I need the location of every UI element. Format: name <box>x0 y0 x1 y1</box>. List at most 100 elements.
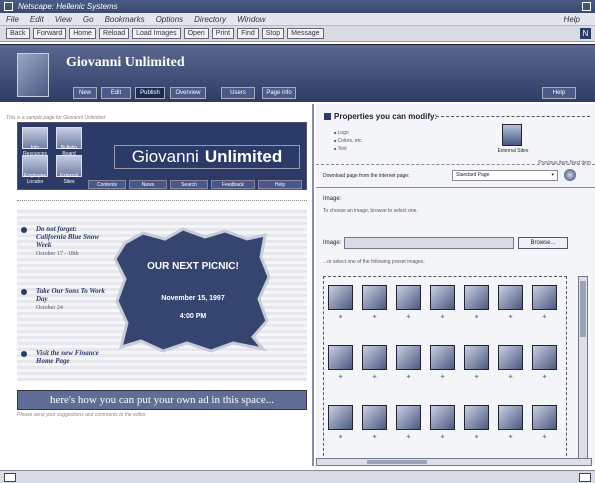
news-bullet-icon <box>21 289 27 295</box>
select-radio-icon[interactable]: ✦ <box>498 433 523 441</box>
back-button[interactable]: Back <box>6 28 30 39</box>
cd-icon[interactable] <box>532 405 557 430</box>
select-radio-icon[interactable]: ✦ <box>362 313 387 321</box>
phone-icon[interactable] <box>532 345 557 370</box>
stamp-icon[interactable] <box>464 345 489 370</box>
select-radio-icon[interactable]: ✦ <box>328 373 353 381</box>
property-item[interactable]: Text <box>334 146 363 152</box>
header-help-button[interactable]: Help <box>542 87 576 99</box>
select-radio-icon[interactable]: ✦ <box>464 313 489 321</box>
preview-banner: Info Resources Bulletin Board Employee L… <box>17 122 307 190</box>
disc-icon[interactable] <box>362 285 387 310</box>
print-button[interactable]: Print <box>211 28 235 39</box>
target-icon[interactable] <box>396 345 421 370</box>
menu-file[interactable]: File <box>6 15 19 24</box>
forward-button[interactable]: Forward <box>32 28 67 39</box>
select-radio-icon[interactable]: ✦ <box>464 433 489 441</box>
pencil-icon[interactable] <box>464 405 489 430</box>
dollar-icon[interactable] <box>498 285 523 310</box>
load-images-button[interactable]: Load Images <box>132 28 181 39</box>
property-item[interactable]: Colors, etc. <box>334 138 363 144</box>
select-radio-icon[interactable]: ✦ <box>328 313 353 321</box>
banner-tab-search[interactable]: Search <box>170 180 208 189</box>
select-radio-icon[interactable]: ✦ <box>396 373 421 381</box>
menu-bookmarks[interactable]: Bookmarks <box>105 15 145 24</box>
ad-bar[interactable]: here's how you can put your own ad in th… <box>17 390 307 410</box>
image-help-text: To choose an image, browse to select one… <box>323 208 418 214</box>
stop-button[interactable]: Stop <box>261 28 285 39</box>
properties-checkbox-icon[interactable] <box>324 113 331 120</box>
window-close-icon[interactable] <box>582 2 591 11</box>
menu-options[interactable]: Options <box>156 15 184 24</box>
select-radio-icon[interactable]: ✦ <box>430 373 455 381</box>
scrollbar-thumb[interactable] <box>580 281 586 337</box>
people-icon[interactable] <box>362 345 387 370</box>
picnic-heading: OUR NEXT PICNIC! <box>147 261 239 272</box>
gallery-horizontal-scrollbar[interactable] <box>316 458 592 466</box>
banner-site-name: Giovanni Unlimited <box>114 145 300 169</box>
camera-icon[interactable] <box>396 285 421 310</box>
banner-tab-contents[interactable]: Contents <box>88 180 126 189</box>
calendar-icon[interactable] <box>362 405 387 430</box>
select-radio-icon[interactable]: ✦ <box>362 373 387 381</box>
book-icon[interactable] <box>430 345 455 370</box>
menu-go[interactable]: Go <box>83 15 94 24</box>
bulb-icon[interactable] <box>430 285 455 310</box>
select-radio-icon[interactable]: ✦ <box>498 313 523 321</box>
select-radio-icon[interactable]: ✦ <box>464 373 489 381</box>
folder-icon[interactable] <box>464 285 489 310</box>
gallery-vertical-scrollbar[interactable] <box>578 276 588 466</box>
window-menu-icon[interactable] <box>4 2 13 11</box>
select-radio-icon[interactable]: ✦ <box>362 433 387 441</box>
news-bullet-icon <box>21 227 27 233</box>
monitor-icon[interactable] <box>328 285 353 310</box>
home-button[interactable]: Home <box>69 28 96 39</box>
globe-icon[interactable] <box>564 169 576 181</box>
notepad-icon[interactable] <box>532 285 557 310</box>
find-button[interactable]: Find <box>237 28 259 39</box>
site-header: Giovanni Unlimited New Edit Publish Over… <box>0 44 595 102</box>
select-radio-icon[interactable]: ✦ <box>396 433 421 441</box>
select-radio-icon[interactable]: ✦ <box>396 313 421 321</box>
property-item[interactable]: Logo <box>334 130 363 136</box>
globe-icon[interactable] <box>430 405 455 430</box>
select-radio-icon[interactable]: ✦ <box>498 373 523 381</box>
nav-page-info-button[interactable]: Page info <box>262 87 296 99</box>
banner-tab-help[interactable]: Help <box>258 180 302 189</box>
menu-view[interactable]: View <box>55 15 72 24</box>
menu-edit[interactable]: Edit <box>30 15 44 24</box>
books-icon[interactable] <box>328 405 353 430</box>
message-button[interactable]: Message <box>287 28 324 39</box>
nav-users-button[interactable]: Users <box>221 87 255 99</box>
external-sites-icon[interactable] <box>502 124 522 146</box>
banner-tab-news[interactable]: News <box>129 180 167 189</box>
banner-tab-feedback[interactable]: Feedback <box>211 180 255 189</box>
browse-button[interactable]: Browse... <box>518 237 568 249</box>
open-button[interactable]: Open <box>183 28 209 39</box>
select-radio-icon[interactable]: ✦ <box>532 373 557 381</box>
menu-window[interactable]: Window <box>237 15 265 24</box>
image-path-input[interactable] <box>344 237 514 249</box>
select-radio-icon[interactable]: ✦ <box>328 433 353 441</box>
nav-edit-button[interactable]: Edit <box>101 87 131 99</box>
lightbulb-icon[interactable] <box>498 405 523 430</box>
page-type-select[interactable]: Standard Page ▾ <box>452 170 558 181</box>
reload-button[interactable]: Reload <box>98 28 130 39</box>
select-radio-icon[interactable]: ✦ <box>532 433 557 441</box>
menu-directory[interactable]: Directory <box>194 15 226 24</box>
menu-help[interactable]: Help <box>564 15 580 24</box>
select-radio-icon[interactable]: ✦ <box>532 313 557 321</box>
gear-icon[interactable] <box>498 345 523 370</box>
security-key-icon[interactable] <box>4 473 16 482</box>
select-radio-icon[interactable]: ✦ <box>430 433 455 441</box>
select-radio-icon[interactable]: ✦ <box>430 313 455 321</box>
torn-paper-shape <box>113 227 271 353</box>
document-icon[interactable] <box>328 345 353 370</box>
mail-icon[interactable] <box>579 473 591 482</box>
nav-overview-button[interactable]: Overview <box>170 87 206 99</box>
nav-new-button[interactable]: New <box>73 87 97 99</box>
scrollbar-thumb[interactable] <box>367 460 427 464</box>
nav-publish-button[interactable]: Publish <box>135 87 165 99</box>
envelope-icon[interactable] <box>396 405 421 430</box>
preview-note: This is a sample page for Giovanni Unlim… <box>6 115 106 121</box>
